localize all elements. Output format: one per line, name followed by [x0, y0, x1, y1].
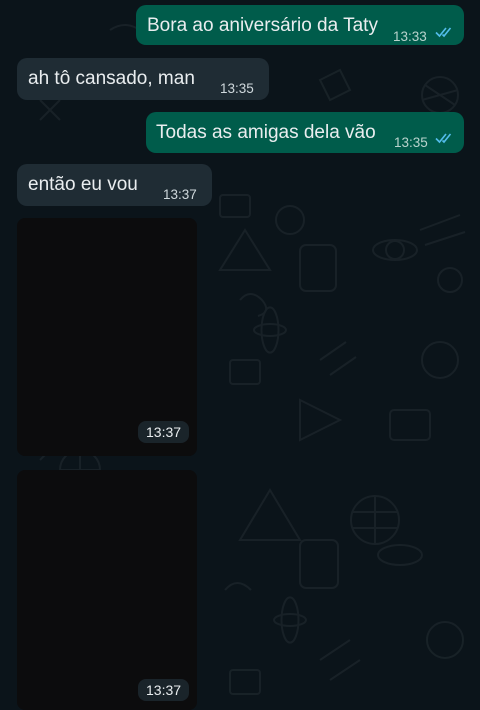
message-text: então eu vou	[28, 174, 138, 195]
message-bubble-incoming[interactable]: então eu vou 13:37	[17, 164, 212, 206]
message-time: 13:37	[163, 187, 197, 202]
message-text: ah tô cansado, man	[28, 68, 195, 89]
media-message[interactable]: 13:37	[17, 218, 197, 456]
message-text: Todas as amigas dela vão	[156, 122, 376, 143]
media-message[interactable]: 13:37	[17, 470, 197, 710]
message-time: 13:35	[394, 135, 428, 150]
message-time: 13:35	[220, 81, 254, 96]
message-time: 13:33	[393, 29, 427, 44]
message-bubble-incoming[interactable]: ah tô cansado, man 13:35	[17, 58, 269, 100]
message-bubble-outgoing[interactable]: Todas as amigas dela vão 13:35	[146, 112, 464, 153]
message-bubble-outgoing[interactable]: Bora ao aniversário da Taty 13:33	[136, 5, 464, 45]
message-time: 13:37	[138, 421, 190, 443]
message-text: Bora ao aniversário da Taty	[147, 15, 378, 36]
message-time: 13:37	[138, 679, 190, 701]
double-check-icon	[435, 27, 452, 38]
double-check-icon	[435, 133, 452, 144]
